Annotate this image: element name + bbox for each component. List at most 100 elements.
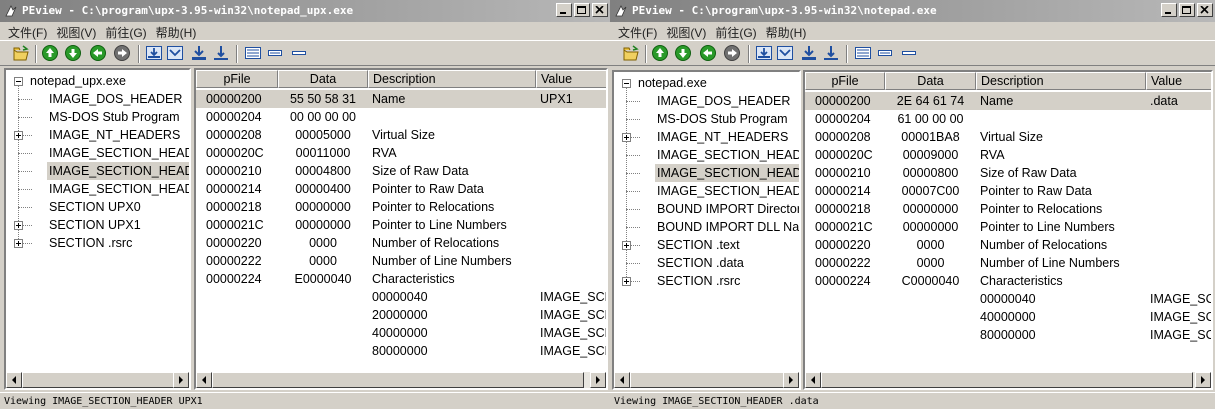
table-row[interactable]: 00000040 IMAGE_SCN_CNT_INITIALIZED_DATA (196, 288, 606, 306)
close-button[interactable] (1197, 3, 1213, 17)
scroll-left-button[interactable] (805, 372, 821, 388)
title-bar[interactable]: PEview - C:\program\upx-3.95-win32\notep… (610, 0, 1215, 22)
column-header-data[interactable]: Data (885, 72, 976, 90)
table-row[interactable]: 00000040 IMAGE_SCN_CNT_INITIALIZED_DATA (805, 290, 1211, 308)
scroll-left-button[interactable] (614, 372, 630, 388)
view-qword-button[interactable] (212, 44, 230, 62)
table-row[interactable]: 00000210 00000800 Size of Raw Data (805, 164, 1211, 182)
tree-node[interactable]: MS-DOS Stub Program (614, 110, 799, 128)
horizontal-scrollbar[interactable] (196, 372, 606, 388)
expand-icon[interactable] (622, 241, 631, 250)
menu-help[interactable]: 帮助(H) (154, 22, 204, 40)
tree-node[interactable]: SECTION .data (614, 254, 799, 272)
tree-node[interactable]: SECTION .text (614, 236, 799, 254)
forward-button[interactable] (723, 44, 741, 62)
table-row[interactable]: 00000200 2E 64 61 74 Name .data (805, 92, 1211, 110)
tree-node[interactable]: MS-DOS Stub Program (6, 108, 189, 126)
table-row[interactable]: 00000204 61 00 00 00 (805, 110, 1211, 128)
back-button[interactable] (89, 44, 107, 62)
scroll-right-button[interactable] (173, 372, 189, 388)
table-row[interactable]: 00000224 C0000040 Characteristics (805, 272, 1211, 290)
scroll-left-button[interactable] (196, 372, 212, 388)
scrollbar-thumb[interactable] (630, 372, 798, 388)
view-word-button[interactable] (776, 44, 794, 62)
scrollbar-thumb[interactable] (821, 372, 1193, 388)
tree-node[interactable]: BOUND IMPORT Directory Table (614, 200, 799, 218)
data-pane[interactable]: pFile Data Description Value 00000200 2E 64 6… (803, 70, 1213, 390)
view-list-button[interactable] (266, 44, 284, 62)
tree-node[interactable]: IMAGE_SECTION_HEADER UPX1 (6, 162, 189, 180)
table-row[interactable]: 00000214 00007C00 Pointer to Raw Data (805, 182, 1211, 200)
expand-icon[interactable] (622, 277, 631, 286)
expand-icon[interactable] (14, 239, 23, 248)
view-qword-button[interactable] (822, 44, 840, 62)
scroll-right-button[interactable] (783, 372, 799, 388)
menu-go[interactable]: 前往(G) (103, 22, 153, 40)
collapse-icon[interactable] (622, 79, 631, 88)
tree-pane[interactable]: notepad.exe IMAGE_DOS_HEADER MS-DOS Stub P… (612, 70, 801, 390)
collapse-icon[interactable] (14, 77, 23, 86)
menu-file[interactable]: 文件(F) (6, 22, 54, 40)
view-byte-button[interactable] (755, 44, 773, 62)
view-details-button[interactable] (854, 44, 872, 62)
column-header-description[interactable]: Description (976, 72, 1146, 90)
scroll-right-button[interactable] (1195, 372, 1211, 388)
view-dword-button[interactable] (800, 44, 818, 62)
tree-node[interactable]: IMAGE_SECTION_HEADER .data (614, 164, 799, 182)
table-row[interactable]: 00000222 0000 Number of Line Numbers (805, 254, 1211, 272)
table-row[interactable]: 00000222 0000 Number of Line Numbers (196, 252, 606, 270)
tree-pane[interactable]: notepad_upx.exe IMAGE_DOS_HEADER MS-DOS St… (4, 68, 191, 390)
tree-node[interactable]: SECTION UPX0 (6, 198, 189, 216)
tree-node[interactable]: SECTION UPX1 (6, 216, 189, 234)
scrollbar-thumb[interactable] (212, 372, 584, 388)
horizontal-scrollbar[interactable] (6, 372, 189, 388)
view-dword-button[interactable] (190, 44, 208, 62)
tree-node[interactable]: IMAGE_DOS_HEADER (614, 92, 799, 110)
go-up-button[interactable] (651, 44, 669, 62)
column-header-pfile[interactable]: pFile (196, 70, 278, 88)
table-row[interactable]: 00000208 00001BA8 Virtual Size (805, 128, 1211, 146)
table-row[interactable]: 20000000 IMAGE_SCN_MEM_EXECUTE (196, 306, 606, 324)
tree-node[interactable]: IMAGE_SECTION_HEADER .rsrc (6, 180, 189, 198)
table-row[interactable]: 00000200 55 50 58 31 Name UPX1 (196, 90, 606, 108)
table-row[interactable]: 00000218 00000000 Pointer to Relocations (196, 198, 606, 216)
forward-button[interactable] (113, 44, 131, 62)
go-down-button[interactable] (64, 44, 82, 62)
tree-node[interactable]: IMAGE_SECTION_HEADER .rsrc (614, 182, 799, 200)
menu-file[interactable]: 文件(F) (616, 22, 664, 40)
scroll-left-button[interactable] (6, 372, 22, 388)
open-file-button[interactable] (622, 44, 640, 62)
view-small-button[interactable] (290, 44, 308, 62)
column-header-data[interactable]: Data (278, 70, 368, 88)
tree-root-node[interactable]: notepad_upx.exe (6, 72, 189, 90)
scroll-right-button[interactable] (590, 372, 606, 388)
maximize-button[interactable] (1179, 3, 1195, 17)
horizontal-scrollbar[interactable] (614, 372, 799, 388)
open-file-button[interactable] (12, 44, 30, 62)
view-small-button[interactable] (900, 44, 918, 62)
expand-icon[interactable] (14, 131, 23, 140)
table-row[interactable]: 00000204 00 00 00 00 (196, 108, 606, 126)
column-header-pfile[interactable]: pFile (805, 72, 885, 90)
menu-view[interactable]: 视图(V) (54, 22, 103, 40)
table-row[interactable]: 00000220 0000 Number of Relocations (196, 234, 606, 252)
table-row[interactable]: 00000210 00004800 Size of Raw Data (196, 162, 606, 180)
tree-node[interactable]: IMAGE_SECTION_HEADER UPX0 (6, 144, 189, 162)
back-button[interactable] (699, 44, 717, 62)
horizontal-scrollbar[interactable] (805, 372, 1211, 388)
table-row[interactable]: 00000214 00000400 Pointer to Raw Data (196, 180, 606, 198)
go-down-button[interactable] (674, 44, 692, 62)
table-row[interactable]: 00000220 0000 Number of Relocations (805, 236, 1211, 254)
menu-view[interactable]: 视图(V) (664, 22, 713, 40)
title-bar[interactable]: PEview - C:\program\upx-3.95-win32\notep… (0, 0, 610, 22)
table-row[interactable]: 0000020C 00009000 RVA (805, 146, 1211, 164)
view-list-button[interactable] (876, 44, 894, 62)
expand-icon[interactable] (622, 133, 631, 142)
view-details-button[interactable] (244, 44, 262, 62)
column-header-value[interactable]: Value (1146, 72, 1211, 90)
tree-node[interactable]: IMAGE_NT_HEADERS (6, 126, 189, 144)
tree-root-node[interactable]: notepad.exe (614, 74, 799, 92)
menu-go[interactable]: 前往(G) (713, 22, 763, 40)
table-row[interactable]: 80000000 IMAGE_SCN_MEM_WRITE (805, 326, 1211, 344)
maximize-button[interactable] (574, 3, 590, 17)
